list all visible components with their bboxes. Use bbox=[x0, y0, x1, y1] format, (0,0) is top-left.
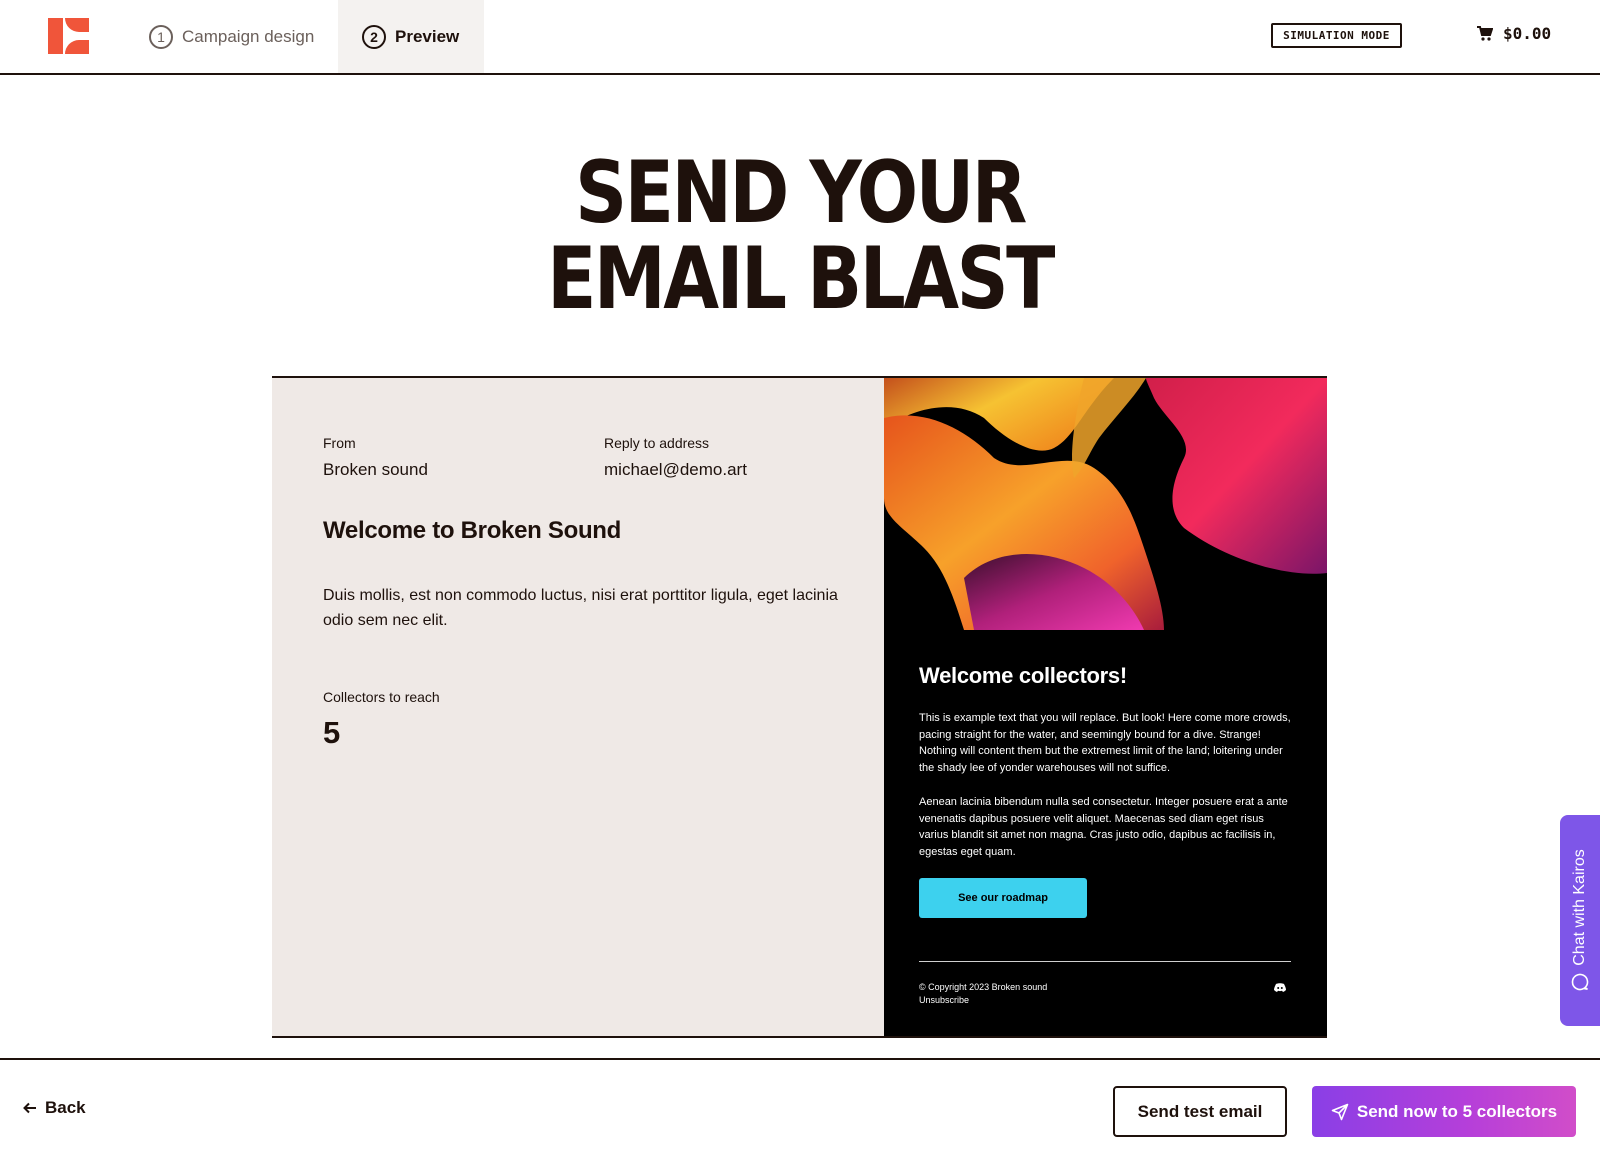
step-preview[interactable]: 2 Preview bbox=[338, 0, 484, 73]
page-title-line-1: SEND YOUR bbox=[575, 143, 1027, 243]
collectors-to-reach-count: 5 bbox=[323, 715, 341, 750]
top-navigation-bar: 1 Campaign design 2 Preview SIMULATION M… bbox=[0, 0, 1600, 75]
brand-logo-icon[interactable] bbox=[48, 18, 89, 54]
simulation-mode-badge: SIMULATION MODE bbox=[1271, 23, 1402, 48]
chat-tab-label: Chat with Kairos bbox=[1571, 849, 1588, 966]
email-rendered-preview: Welcome collectors! This is example text… bbox=[884, 378, 1327, 1036]
see-roadmap-button[interactable]: See our roadmap bbox=[919, 878, 1087, 918]
email-subject: Welcome to Broken Sound bbox=[323, 517, 622, 544]
step-label: Preview bbox=[395, 26, 460, 46]
email-footer-text: © Copyright 2023 Broken sound Unsubscrib… bbox=[919, 981, 1047, 1007]
send-now-button[interactable]: Send now to 5 collectors bbox=[1312, 1086, 1576, 1137]
paper-plane-icon bbox=[1331, 1103, 1349, 1120]
reply-to-value: michael@demo.art bbox=[604, 460, 747, 479]
step-number-badge: 2 bbox=[362, 24, 386, 49]
cart-button[interactable]: $0.00 bbox=[1477, 24, 1551, 43]
from-label: From bbox=[323, 435, 356, 451]
email-body-summary: Duis mollis, est non commodo luctus, nis… bbox=[323, 587, 838, 629]
collectors-to-reach-label: Collectors to reach bbox=[323, 689, 440, 705]
chat-bubble-icon bbox=[1571, 973, 1589, 991]
page-title-line-2: EMAIL BLAST bbox=[547, 229, 1055, 329]
step-number-badge: 1 bbox=[149, 24, 173, 49]
cart-total: $0.00 bbox=[1503, 24, 1552, 43]
reply-to-label: Reply to address bbox=[604, 435, 710, 451]
email-heading: Welcome collectors! bbox=[919, 663, 1127, 688]
discord-icon[interactable] bbox=[1274, 983, 1286, 992]
back-button[interactable]: Back bbox=[23, 1098, 86, 1118]
step-label: Campaign design bbox=[182, 26, 315, 46]
email-paragraph: Aenean lacinia bibendum nulla sed consec… bbox=[919, 796, 1288, 858]
email-footer-divider bbox=[919, 961, 1291, 962]
chat-tab-content: Chat with Kairos bbox=[1571, 849, 1589, 991]
back-button-label: Back bbox=[45, 1098, 86, 1117]
email-copyright: © Copyright 2023 Broken sound bbox=[919, 982, 1048, 992]
email-hero-artwork bbox=[884, 378, 1327, 630]
step-campaign-design[interactable]: 1 Campaign design bbox=[149, 0, 314, 73]
send-now-label: Send now to 5 collectors bbox=[1356, 1101, 1558, 1121]
email-unsubscribe-link[interactable]: Unsubscribe bbox=[919, 994, 1047, 1007]
cart-icon bbox=[1477, 26, 1493, 41]
chat-with-kairos-tab[interactable]: Chat with Kairos bbox=[1560, 815, 1600, 1026]
arrow-left-icon bbox=[23, 1102, 36, 1114]
send-test-email-button[interactable]: Send test email bbox=[1113, 1086, 1287, 1137]
bottom-action-bar: Back Send test email Send now to 5 colle… bbox=[0, 1058, 1600, 1157]
page-title: SEND YOUR EMAIL BLAST bbox=[128, 150, 1472, 322]
email-summary-panel: From Broken sound Reply to address micha… bbox=[272, 378, 884, 1036]
email-paragraph: This is example text that you will repla… bbox=[919, 712, 1291, 774]
from-value: Broken sound bbox=[323, 460, 428, 479]
email-preview-card: From Broken sound Reply to address micha… bbox=[272, 376, 1327, 1038]
